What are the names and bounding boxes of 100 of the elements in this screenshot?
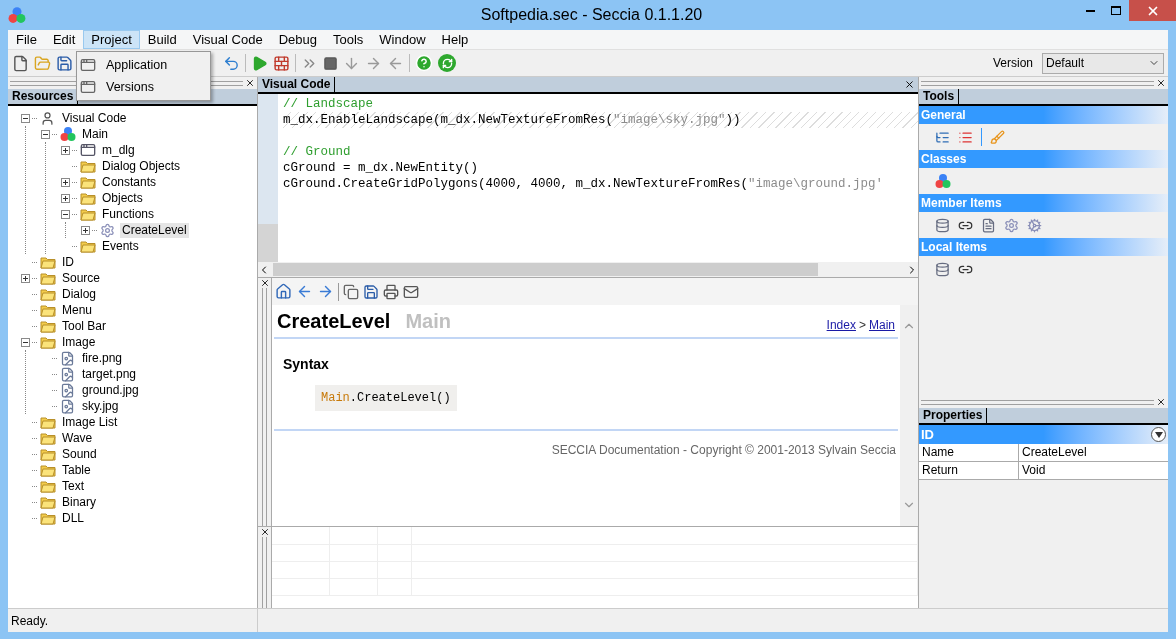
- expand-toggle[interactable]: [81, 225, 90, 235]
- class-icon: [8, 6, 26, 24]
- tree-line: [92, 229, 97, 231]
- tree-item[interactable]: sky.jpg: [80, 398, 121, 414]
- tree-item[interactable]: Objects: [100, 190, 145, 206]
- save-icon[interactable]: [56, 54, 73, 72]
- folder-icon: [39, 303, 56, 317]
- expand-toggle[interactable]: [61, 177, 70, 187]
- close-icon[interactable]: [245, 78, 255, 88]
- tree-line: [32, 501, 37, 503]
- tree-item[interactable]: DLL: [60, 510, 86, 526]
- tree-item[interactable]: Dialog: [60, 286, 99, 302]
- folder-icon: [39, 431, 56, 445]
- tree-line: [32, 485, 37, 487]
- maximize-icon: [1111, 6, 1121, 15]
- main-nav-item[interactable]: Tools: [324, 30, 372, 49]
- save-icon[interactable]: [363, 283, 379, 300]
- tree-item[interactable]: ID: [60, 254, 76, 270]
- collapse-toggle[interactable]: [21, 337, 30, 347]
- folder-icon: [39, 271, 56, 285]
- tree-item[interactable]: Text: [60, 478, 86, 494]
- tree-line: [72, 213, 77, 215]
- close-icon[interactable]: [904, 79, 915, 90]
- dropdown-option[interactable]: Versions: [77, 76, 210, 98]
- main-nav-item[interactable]: Help: [433, 30, 477, 49]
- collapse-toggle[interactable]: [21, 113, 30, 123]
- visual-code-tab[interactable]: Visual Code: [258, 77, 336, 92]
- home-icon[interactable]: [275, 283, 292, 300]
- tree-item[interactable]: Tool Bar: [60, 318, 109, 334]
- tree-item[interactable]: Wave: [60, 430, 95, 446]
- close-icon[interactable]: [1156, 78, 1166, 88]
- undo-icon[interactable]: [223, 54, 240, 72]
- tree-item[interactable]: Table: [60, 462, 93, 478]
- tree-item[interactable]: Functions: [100, 206, 157, 222]
- tree-item[interactable]: Image List: [60, 414, 120, 430]
- tree-item[interactable]: ground.jpg: [80, 382, 141, 398]
- property-name: Name: [919, 444, 1019, 461]
- version-select[interactable]: Default: [1042, 52, 1164, 74]
- tools-tab[interactable]: Tools: [919, 89, 960, 104]
- tree-view-icon[interactable]: [935, 129, 950, 145]
- tree-item[interactable]: Main: [80, 126, 110, 142]
- collapse-icon[interactable]: [1151, 427, 1166, 442]
- close-icon[interactable]: [1156, 397, 1166, 407]
- doc-footer: SECCIA Documentation - Copyright © 2001-2013 Sylvain Seccia: [551, 443, 896, 457]
- class-icon: [59, 126, 76, 142]
- tree-item[interactable]: fire.png: [80, 350, 125, 366]
- back-icon[interactable]: [296, 283, 313, 300]
- image-file-icon: [60, 366, 75, 382]
- tree-item[interactable]: m_dlg: [100, 142, 137, 158]
- scrollbar-thumb[interactable]: [273, 263, 818, 276]
- tree-line: [52, 373, 57, 375]
- dropdown-option[interactable]: Application: [77, 54, 210, 76]
- property-value[interactable]: Void: [1019, 462, 1168, 479]
- tree-item[interactable]: Source: [60, 270, 103, 286]
- mail-icon[interactable]: [403, 283, 419, 300]
- run-icon[interactable]: [251, 54, 268, 72]
- stop-icon[interactable]: [323, 55, 338, 71]
- expand-toggle[interactable]: [61, 193, 70, 203]
- tree-item[interactable]: Image: [60, 334, 98, 350]
- tree-item[interactable]: Visual Code: [60, 110, 129, 126]
- new-file-icon[interactable]: [12, 54, 29, 72]
- close-icon[interactable]: [259, 527, 270, 537]
- folder-icon: [79, 239, 96, 253]
- main-nav-item[interactable]: Edit: [44, 30, 84, 49]
- breadcrumb-link[interactable]: Main: [869, 318, 895, 333]
- close-icon[interactable]: [259, 278, 270, 288]
- tree-item[interactable]: Binary: [60, 494, 98, 510]
- gear-icon[interactable]: [1004, 217, 1019, 233]
- forward-icon[interactable]: [317, 283, 334, 300]
- list-icon[interactable]: [958, 129, 973, 145]
- main-nav-item[interactable]: Build: [139, 30, 185, 49]
- folder-icon: [39, 511, 56, 525]
- tree-item[interactable]: Sound: [60, 446, 99, 462]
- tree-item[interactable]: Menu: [60, 302, 95, 318]
- tree-item[interactable]: target.png: [80, 366, 139, 382]
- tree-item[interactable]: Dialog Objects: [100, 158, 183, 174]
- property-value[interactable]: CreateLevel: [1019, 444, 1168, 461]
- main-nav-item[interactable]: Project: [83, 30, 140, 49]
- folder-icon: [39, 255, 56, 269]
- tree-item[interactable]: CreateLevel: [120, 222, 189, 238]
- collapse-toggle[interactable]: [61, 209, 70, 219]
- collapse-toggle[interactable]: [41, 129, 50, 139]
- expand-toggle[interactable]: [21, 273, 30, 283]
- image-file-icon: [60, 350, 75, 366]
- main-nav-item[interactable]: File: [8, 30, 45, 49]
- folder-icon: [39, 479, 56, 493]
- main-nav-item[interactable]: Debug: [270, 30, 325, 49]
- tree-item[interactable]: Events: [100, 238, 141, 254]
- main-nav-item[interactable]: Window: [371, 30, 434, 49]
- refresh-icon[interactable]: [438, 54, 456, 72]
- breadcrumb-link[interactable]: Index: [826, 318, 856, 333]
- copy-icon[interactable]: [343, 283, 359, 300]
- expand-toggle[interactable]: [61, 145, 70, 155]
- main-nav-item[interactable]: Visual Code: [184, 30, 271, 49]
- print-icon[interactable]: [383, 283, 399, 300]
- help-icon[interactable]: [415, 54, 433, 72]
- document-icon[interactable]: [981, 217, 996, 233]
- image-file-icon: [60, 398, 75, 414]
- tree-item[interactable]: Constants: [100, 174, 159, 190]
- brick-wall-icon[interactable]: [273, 54, 290, 72]
